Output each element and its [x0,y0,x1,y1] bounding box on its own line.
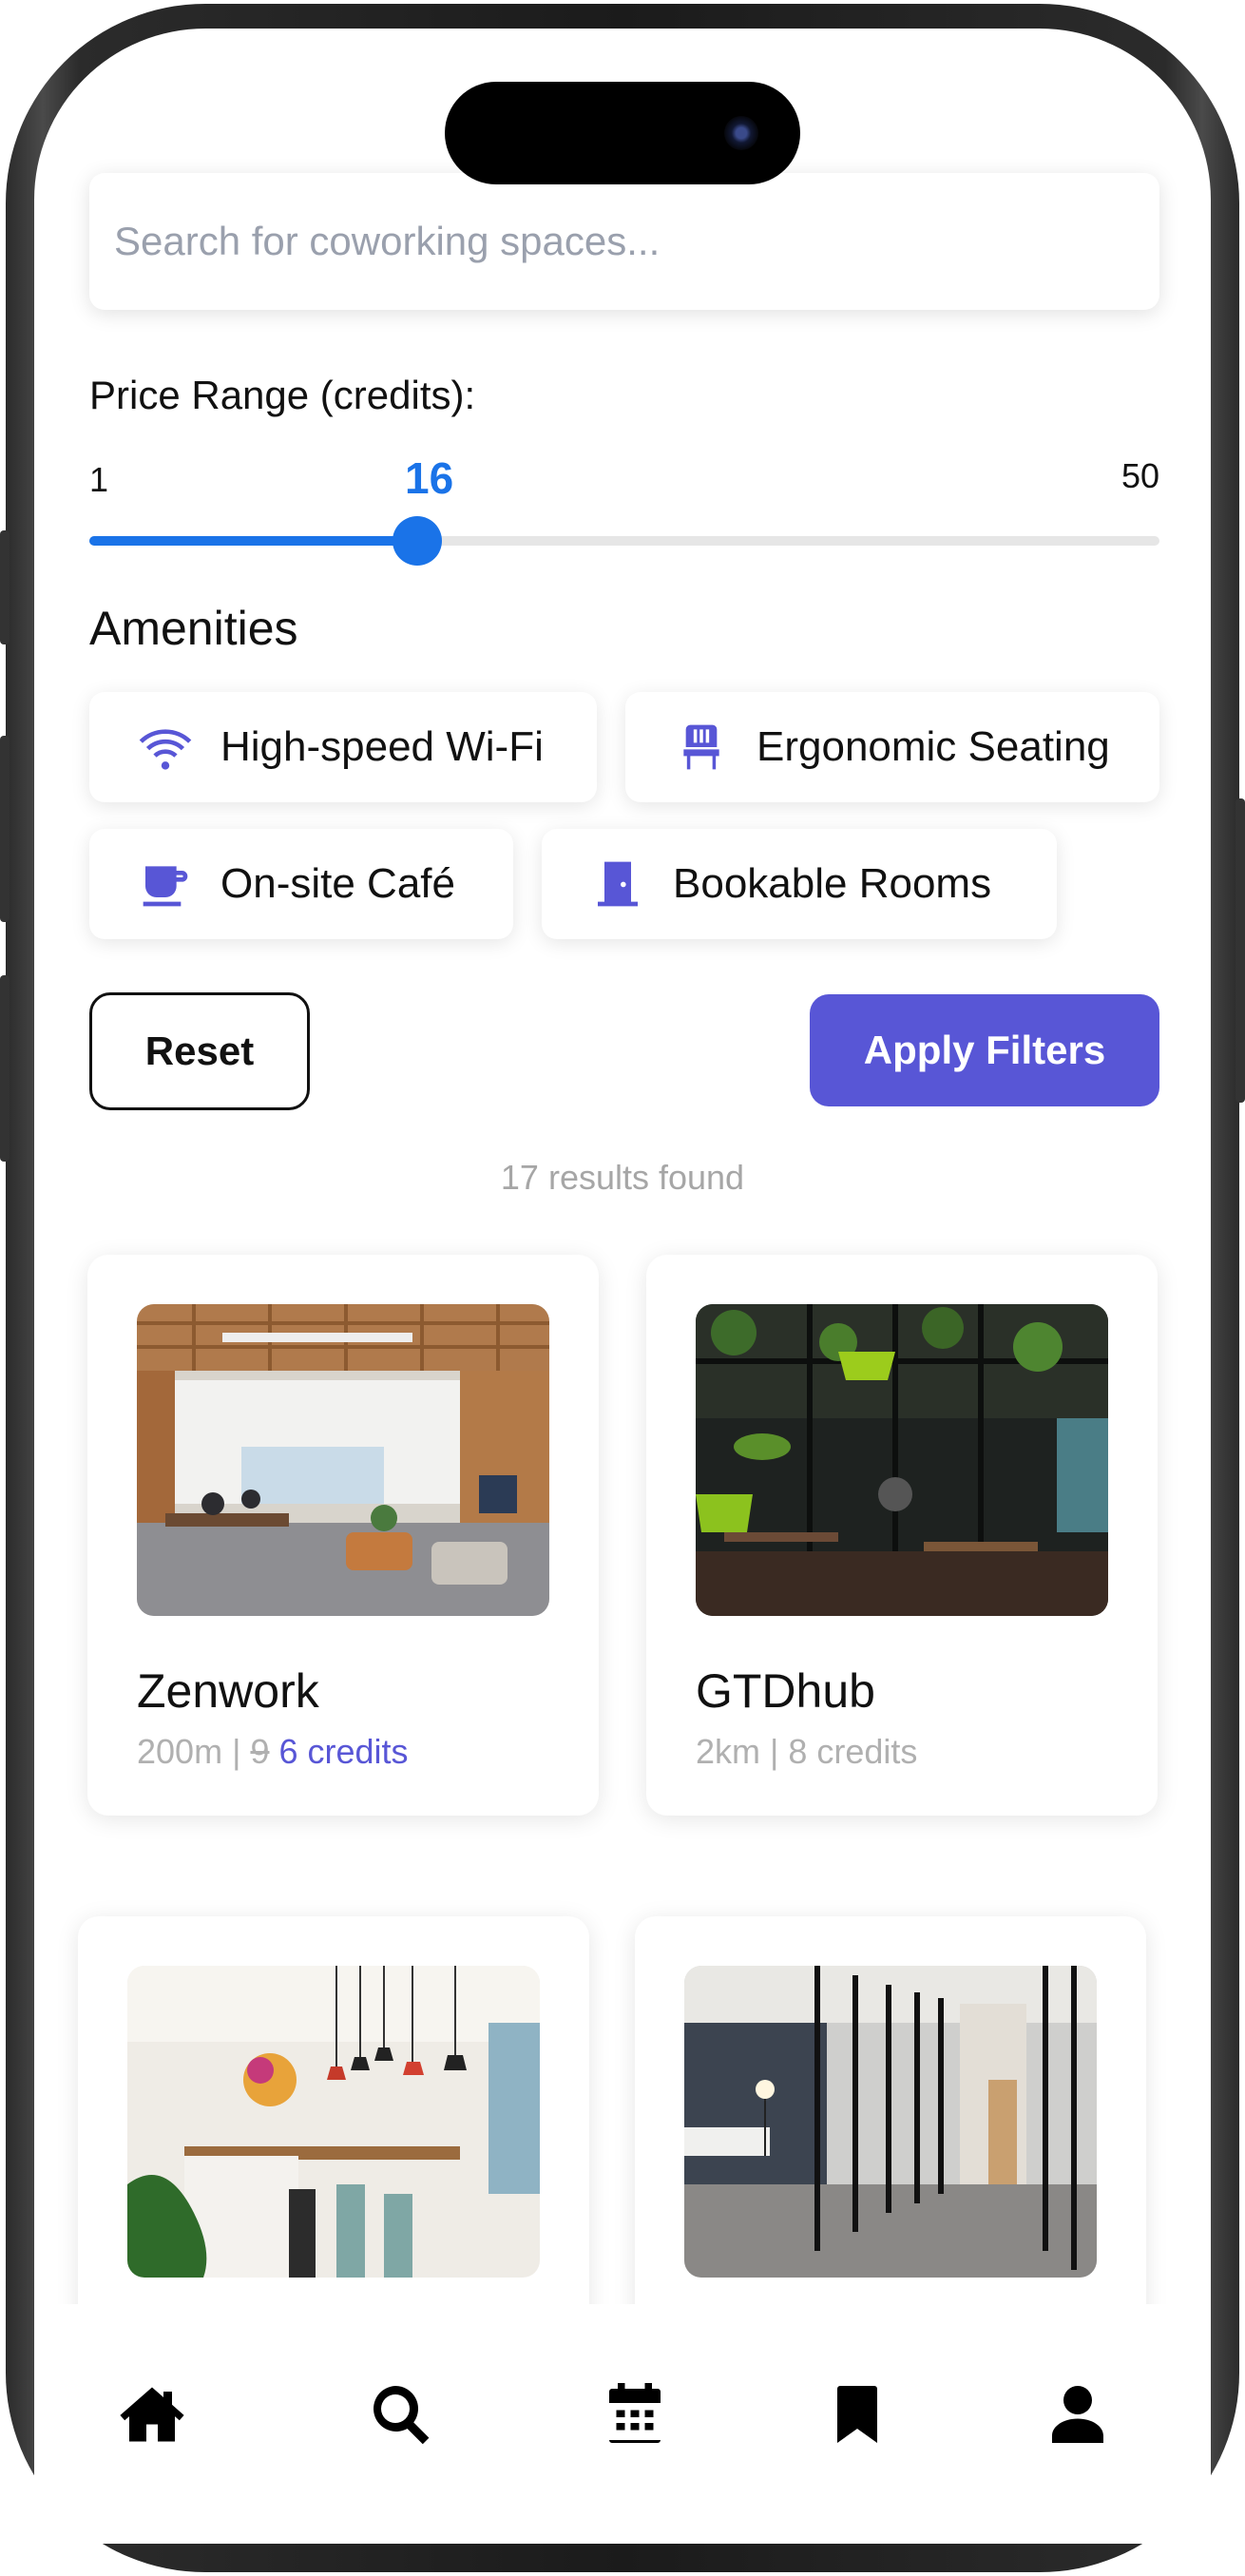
apply-filters-button[interactable]: Apply Filters [810,994,1159,1106]
amenity-label: On-site Café [220,860,455,907]
camera-icon [724,116,758,150]
calendar-icon [609,2383,661,2443]
price-range-label: Price Range (credits): [89,373,476,417]
listing-meta: 2km | 8 credits [696,1732,918,1771]
amenity-chip-wifi[interactable]: High-speed Wi-Fi [89,692,597,802]
amenity-chip-rooms[interactable]: Bookable Rooms [542,829,1057,939]
phone-side-button [0,975,10,1162]
user-icon [1052,2386,1103,2443]
listing-distance: 200m [137,1732,223,1771]
listing-old-price: 9 [250,1732,270,1771]
price-slider-thumb[interactable] [392,516,442,566]
nav-bookmarks[interactable] [819,2376,895,2452]
price-slider-track[interactable] [89,536,1159,546]
glass-walled-corridor-photo [684,1966,1097,2278]
reset-button[interactable]: Reset [89,992,310,1110]
results-count: 17 results found [500,1158,745,1197]
amenity-label: Bookable Rooms [673,860,992,907]
nav-home[interactable] [114,2376,190,2452]
listing-credits: 6 credits [278,1732,409,1771]
nav-profile[interactable] [1040,2376,1116,2452]
slider-value-label: 16 [405,453,454,503]
nav-search[interactable] [363,2376,439,2452]
listing-card[interactable]: Zenwork 200m | 9 6 credits [87,1255,599,1816]
price-slider-fill [89,536,417,546]
wifi-icon [139,729,192,770]
phone-side-button [0,530,10,644]
dynamic-island [445,82,800,184]
home-icon [120,2387,184,2442]
search-box[interactable] [89,173,1159,310]
amenities-heading: Amenities [89,602,298,655]
slider-min-label: 1 [89,460,109,499]
bottom-nav-bar [34,2304,1211,2544]
amenity-chip-cafe[interactable]: On-site Café [89,829,513,939]
meta-separator: | [232,1732,241,1771]
coffee-cup-icon [143,866,188,907]
listing-name: GTDhub [696,1664,875,1718]
phone-side-button [1235,798,1245,1103]
door-icon [598,861,638,907]
search-input[interactable] [112,218,1159,265]
open-plan-office-photo [137,1304,549,1616]
chair-icon [683,724,719,770]
amenity-label: High-speed Wi-Fi [220,723,544,770]
listing-name: Zenwork [137,1664,319,1718]
bookmark-icon [837,2386,877,2443]
slider-max-label: 50 [1120,456,1159,495]
listing-card[interactable]: GTDhub 2km | 8 credits [646,1255,1158,1816]
phone-side-button [0,736,10,922]
amenity-chip-seating[interactable]: Ergonomic Seating [625,692,1159,802]
cafe-counter-pendant-lamps-photo [127,1966,540,2278]
amenity-label: Ergonomic Seating [757,723,1110,770]
plant-filled-lounge-photo [696,1304,1108,1616]
nav-calendar[interactable] [597,2376,673,2452]
search-icon [374,2386,430,2445]
listing-meta: 200m | 9 6 credits [137,1732,409,1772]
